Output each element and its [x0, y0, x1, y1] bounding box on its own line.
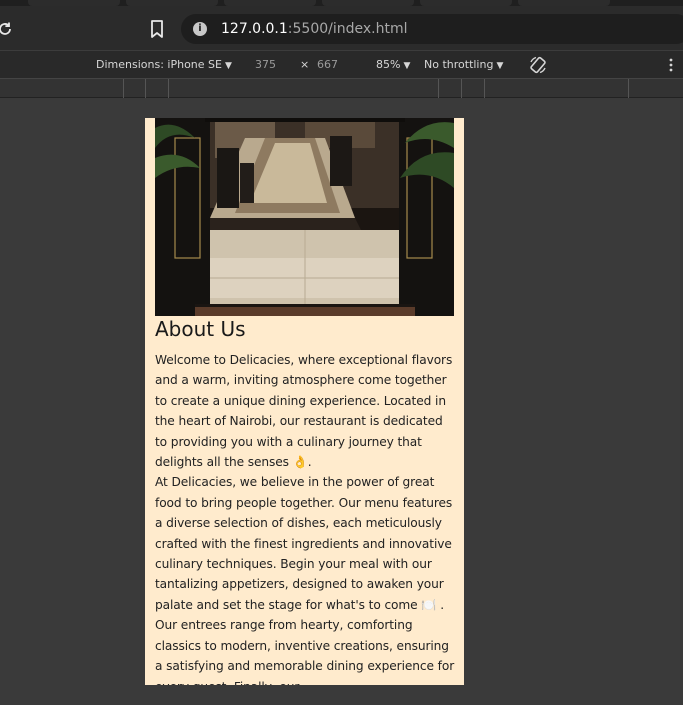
- device-width-input[interactable]: 375: [255, 58, 276, 72]
- about-paragraph: At Delicacies, we believe in the power o…: [155, 475, 455, 685]
- dimension-separator: ×: [300, 58, 310, 71]
- device-height-input[interactable]: 667: [317, 58, 338, 72]
- address-bar[interactable]: i 127.0.0.1:5500/index.html: [181, 14, 683, 44]
- kebab-menu-icon[interactable]: [668, 57, 674, 73]
- info-icon[interactable]: i: [193, 22, 207, 36]
- ruler-mark: [628, 79, 629, 98]
- browser-toolbar: i 127.0.0.1:5500/index.html: [0, 6, 683, 50]
- ruler-mark: [123, 79, 124, 98]
- chevron-down-icon: ▼: [403, 61, 411, 71]
- chevron-down-icon: ▼: [224, 61, 232, 71]
- throttling-select[interactable]: No throttling ▼: [424, 58, 503, 73]
- ruler-mark: [438, 79, 439, 98]
- url-path: :5500/index.html: [287, 21, 408, 37]
- url-host: 127.0.0.1: [221, 21, 288, 37]
- about-paragraph: Welcome to Delicacies, where exceptional…: [155, 353, 453, 470]
- reload-icon[interactable]: [0, 20, 14, 38]
- about-us-text: Welcome to Delicacies, where exceptional…: [155, 350, 458, 685]
- rotate-icon[interactable]: [528, 55, 548, 75]
- ruler-mark: [168, 79, 169, 98]
- device-select[interactable]: Dimensions: iPhone SE ▼: [96, 58, 232, 73]
- restaurant-interior-image: [155, 118, 454, 316]
- page-title: About Us: [155, 317, 246, 341]
- zoom-select[interactable]: 85% ▼: [376, 58, 410, 73]
- url-text[interactable]: 127.0.0.1:5500/index.html: [221, 20, 408, 38]
- chevron-down-icon: ▼: [496, 61, 504, 71]
- ruler-mark: [484, 79, 485, 98]
- ruler-mark: [461, 79, 462, 98]
- device-toolbar: Dimensions: iPhone SE ▼ 375 × 667 85% ▼ No…: [0, 50, 683, 78]
- device-label: Dimensions: iPhone SE: [96, 58, 222, 71]
- media-query-ruler[interactable]: [0, 78, 683, 98]
- device-viewport[interactable]: About Us Welcome to Delicacies, where ex…: [145, 118, 464, 685]
- throttling-value: No throttling: [424, 58, 494, 71]
- zoom-value: 85%: [376, 58, 401, 71]
- ruler-mark: [145, 79, 146, 98]
- bookmark-icon[interactable]: [148, 19, 166, 39]
